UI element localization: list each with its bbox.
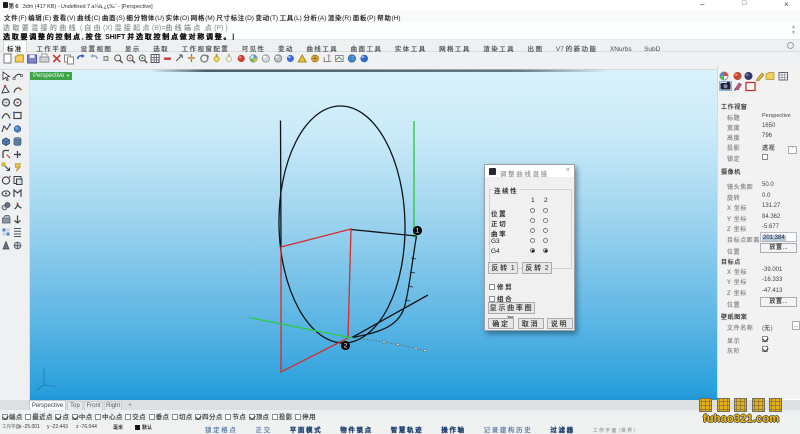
svg-text:2: 2 (344, 343, 348, 350)
svg-text:1: 1 (416, 228, 420, 235)
